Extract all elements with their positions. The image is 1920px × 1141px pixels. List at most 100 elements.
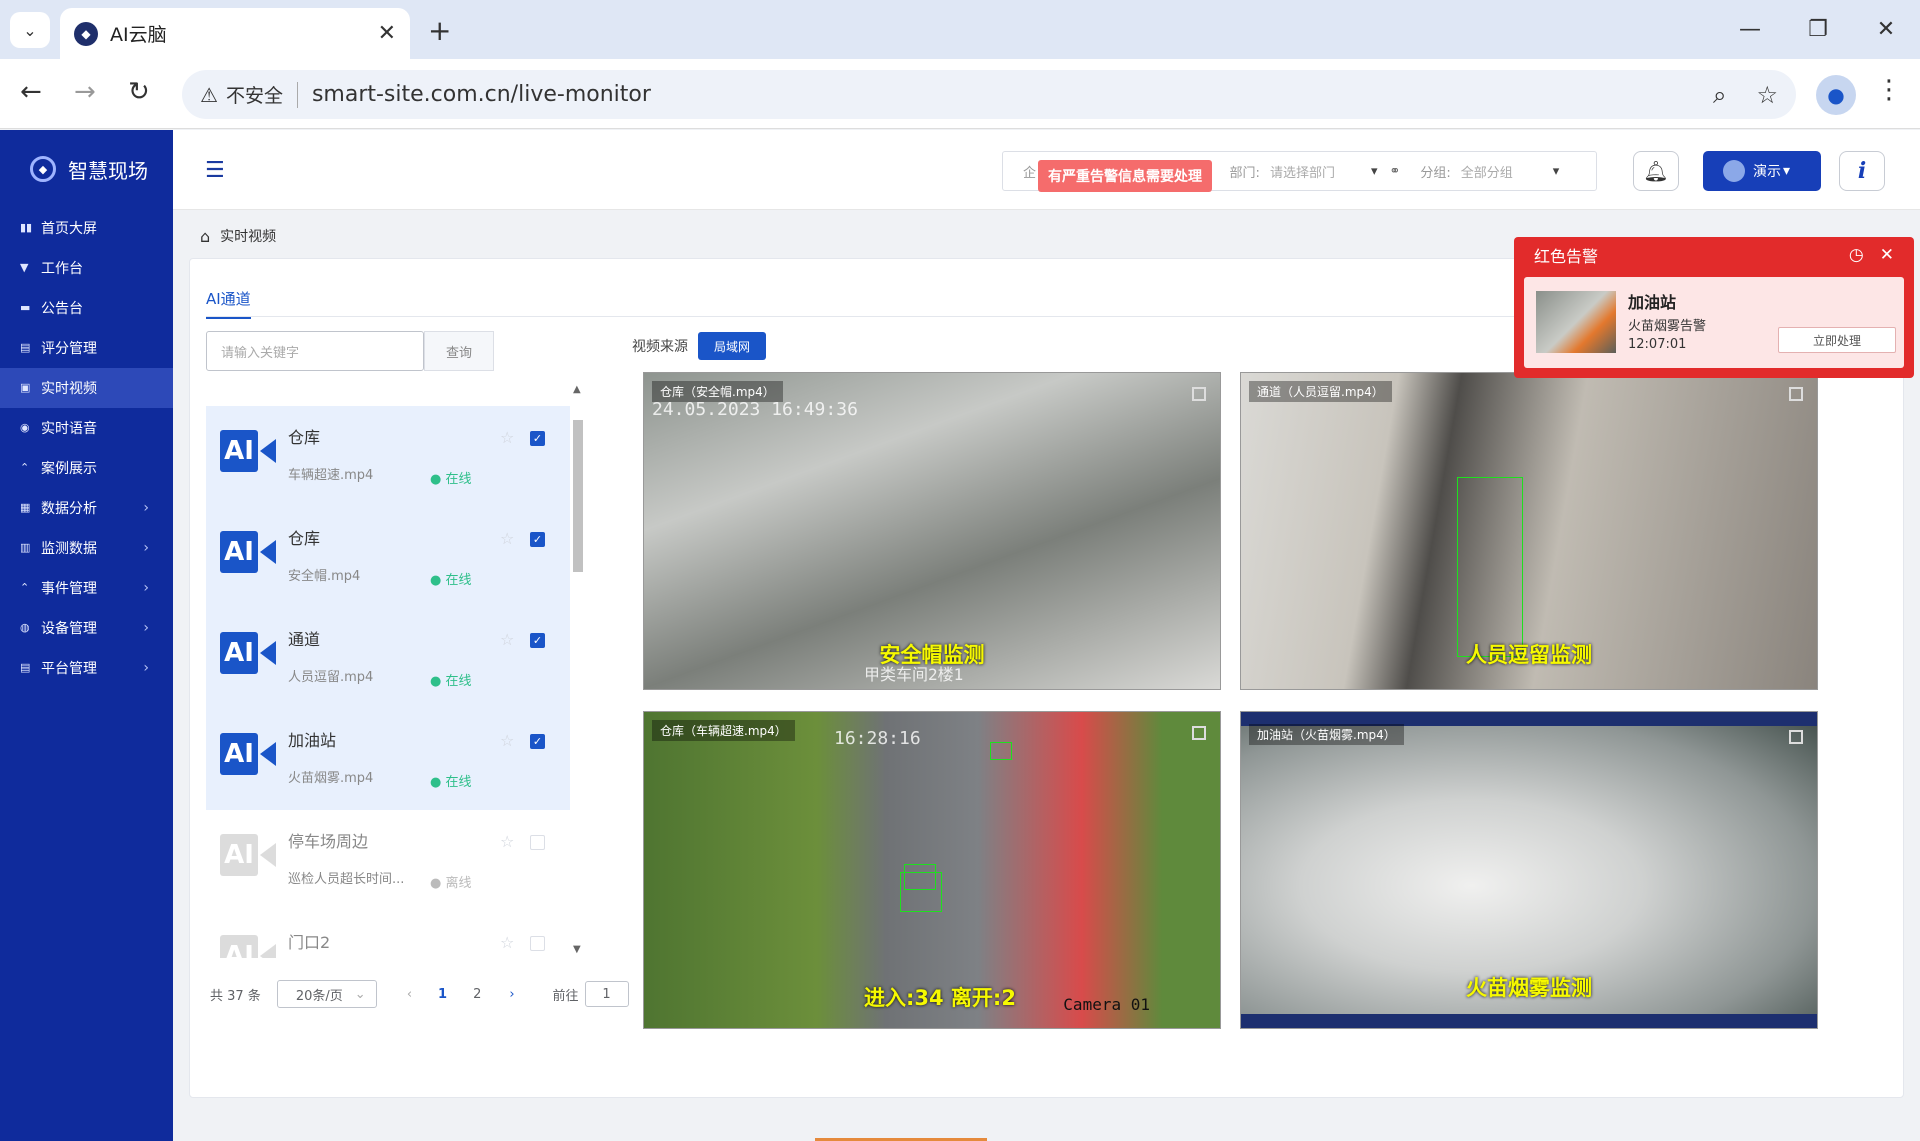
channel-file: 火苗烟雾.mp4 [288,771,374,786]
search-button[interactable]: 查询 [424,331,494,371]
tab-ai-channel[interactable]: AI通道 [206,288,251,319]
profile-avatar-icon[interactable]: ● [1816,75,1856,115]
favorite-star-icon[interactable]: ☆ [500,731,514,750]
sidebar-item-6[interactable]: ⌃ 案例展示 [0,448,173,488]
browser-tab[interactable]: ◆ AI云脑 ✕ [60,8,410,59]
favorite-star-icon[interactable]: ☆ [500,832,514,851]
notification-bell-icon[interactable]: 🔔︎ [1633,151,1679,191]
dept-select[interactable]: 请选择部门 [1270,162,1335,181]
channel-item[interactable]: AI 停车场周边 巡检人员超长时间... ● 离线 ☆ [206,810,570,911]
handle-now-button[interactable]: 立即处理 [1778,327,1896,353]
channel-item[interactable]: AI 加油站 火苗烟雾.mp4 ● 在线 ☆ ✓ [206,709,570,810]
menu-toggle-icon[interactable]: ☰ [205,158,225,183]
alert-thumbnail[interactable] [1536,291,1616,353]
video-tile-gas-station-fire[interactable]: 加油站（火苗烟雾.mp4） 火苗烟雾监测 [1240,711,1818,1029]
home-icon[interactable]: ⌂ [200,227,210,246]
favorite-star-icon[interactable]: ☆ [500,428,514,447]
company-filter-label[interactable]: 企 [1023,162,1036,181]
new-tab-icon[interactable]: + [428,14,451,47]
channel-item[interactable]: AI 仓库 车辆超速.mp4 ● 在线 ☆ ✓ [206,406,570,507]
channel-list-scrollbar[interactable] [573,420,583,572]
sidebar-item-4[interactable]: ▣ 实时视频 [0,368,173,408]
ai-camera-icon: AI [220,630,278,676]
sidebar-item-5[interactable]: ◉ 实时语音 [0,408,173,448]
channel-checkbox[interactable]: ✓ [530,532,545,547]
video-tag: 仓库（安全帽.mp4） [652,381,783,402]
sidebar-item-3[interactable]: ▤ 评分管理 [0,328,173,368]
case-icon: ⌃ [20,461,30,474]
channel-item[interactable]: AI 通道 人员逗留.mp4 ● 在线 ☆ ✓ [206,608,570,709]
keyword-search-input[interactable]: 请输入关键字 [206,331,424,371]
sidebar-item-2[interactable]: ▬ 公告台 [0,288,173,328]
dept-dropdown-icon[interactable]: ▾ [1371,164,1378,179]
url-text[interactable]: smart-site.com.cn/live-monitor [312,82,651,107]
minimize-icon[interactable]: — [1716,0,1784,59]
browser-toolbar: ← → ↻ ⚠ 不安全 smart-site.com.cn/live-monit… [0,59,1920,129]
video-tile-corridor-loitering[interactable]: 通道（人员逗留.mp4） 人员逗留监测 [1240,372,1818,690]
video-overlay-label: 人员逗留监测 [1466,643,1592,667]
favorite-star-icon[interactable]: ☆ [500,933,514,952]
alarm-notice-banner[interactable]: 有严重告警信息需要处理 [1038,160,1212,192]
sidebar-item-11[interactable]: ▤ 平台管理 › [0,648,173,688]
scroll-up-icon[interactable]: ▲ [573,384,581,395]
channel-checkbox[interactable] [530,835,545,850]
zoom-icon[interactable]: ⌕ [1713,81,1726,109]
page-size-value: 20条/页 [295,988,343,1004]
page-2[interactable]: 2 [473,987,481,1002]
channel-status: ● 在线 [430,775,472,790]
scroll-down-icon[interactable]: ▼ [573,944,581,955]
sidebar-item-9[interactable]: ⌃ 事件管理 › [0,568,173,608]
tab-search-dropdown-icon[interactable]: ⌄ [10,12,50,48]
total-count: 共 37 条 [210,988,261,1004]
bookmark-star-icon[interactable]: ☆ [1756,81,1778,109]
page-1[interactable]: 1 [438,987,447,1002]
analysis-icon: ▦ [20,501,31,514]
group-dropdown-icon[interactable]: ▾ [1553,164,1560,179]
channel-checkbox[interactable]: ✓ [530,734,545,749]
favorite-star-icon[interactable]: ☆ [500,529,514,548]
alert-type: 火苗烟雾告警 [1628,319,1707,334]
video-tile-warehouse-helmet[interactable]: 24.05.2023 16:49:36 仓库（安全帽.mp4） 甲类车间2楼1 … [643,372,1221,690]
sidebar-item-0[interactable]: ▮▮ 首页大屏 [0,208,173,248]
sidebar-item-8[interactable]: ▥ 监测数据 › [0,528,173,568]
channel-item[interactable]: AI 仓库 安全帽.mp4 ● 在线 ☆ ✓ [206,507,570,608]
user-menu-button[interactable]: 演示 ▾ [1703,151,1821,191]
reload-icon[interactable]: ↻ [128,77,150,107]
channel-checkbox[interactable]: ✓ [530,431,545,446]
page-size-select[interactable]: 20条/页 ⌄ [276,980,377,1008]
forward-icon[interactable]: → [74,77,96,107]
window-controls: — ❐ ✕ [1716,0,1920,59]
prev-page-icon[interactable]: ‹ [407,987,412,1002]
fullscreen-icon[interactable] [1789,730,1803,744]
sidebar-item-label: 设备管理 [41,621,97,637]
channel-item[interactable]: AI 门口2 ☆ [206,911,570,958]
channel-checkbox[interactable]: ✓ [530,633,545,648]
alert-close-icon[interactable]: ✕ [1880,245,1894,265]
tab-close-icon[interactable]: ✕ [378,21,396,46]
browser-menu-icon[interactable]: ⋮ [1876,75,1902,105]
fullscreen-icon[interactable] [1192,387,1206,401]
channel-checkbox[interactable] [530,936,545,951]
address-bar[interactable]: ⚠ 不安全 smart-site.com.cn/live-monitor ⌕ ☆ [182,70,1796,119]
fullscreen-icon[interactable] [1192,726,1206,740]
info-icon[interactable]: i [1839,151,1885,191]
goto-page-input[interactable]: 1 [584,981,629,1007]
sidebar-item-label: 实时语音 [41,421,97,437]
window-close-icon[interactable]: ✕ [1852,0,1920,59]
back-icon[interactable]: ← [20,77,42,107]
clock-icon[interactable]: ◷ [1849,245,1864,265]
fullscreen-icon[interactable] [1789,387,1803,401]
dept-filter-label: 部门: [1229,165,1260,181]
sidebar-item-label: 公告台 [41,301,83,317]
sidebar-item-10[interactable]: ◍ 设备管理 › [0,608,173,648]
video-tile-warehouse-speeding[interactable]: 16:28:16 仓库（车辆超速.mp4） Camera 01 进入:34 离开… [643,711,1221,1029]
favorite-star-icon[interactable]: ☆ [500,630,514,649]
brand-logo[interactable]: ◆ 智慧现场 [0,130,173,208]
next-page-icon[interactable]: › [509,987,514,1002]
source-lan-button[interactable]: 局域网 [698,332,766,360]
group-select[interactable]: 全部分组 [1461,162,1513,181]
restore-icon[interactable]: ❐ [1784,0,1852,59]
sidebar-item-1[interactable]: ▼ 工作台 [0,248,173,288]
sidebar-item-7[interactable]: ▦ 数据分析 › [0,488,173,528]
channel-text: 门口2 [288,927,330,958]
